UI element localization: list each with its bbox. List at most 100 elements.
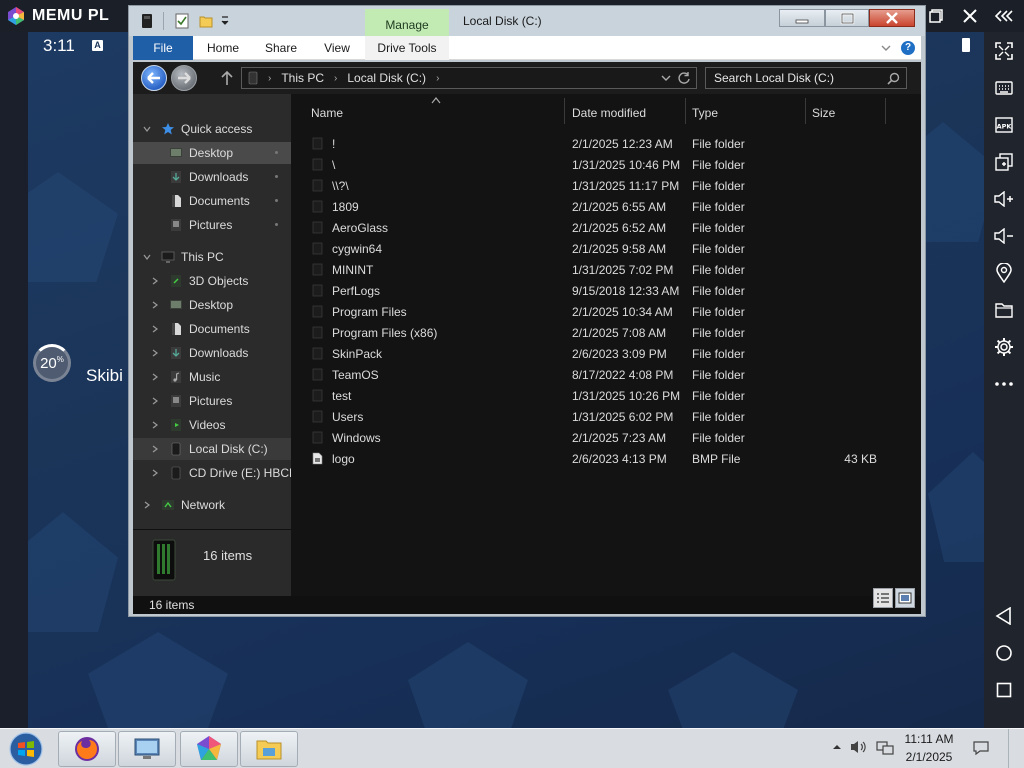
add-window-icon[interactable] <box>992 150 1016 174</box>
close-button[interactable] <box>869 9 915 27</box>
large-icons-view-button[interactable] <box>895 588 915 608</box>
search-box[interactable] <box>705 67 907 89</box>
action-center-icon[interactable] <box>972 740 990 756</box>
network-status-icon[interactable] <box>876 740 894 756</box>
taskbar-remote-desktop[interactable] <box>118 731 176 767</box>
nav-quick-documents[interactable]: Documents <box>133 190 291 212</box>
nav-pc-cd-drive[interactable]: CD Drive (E:) HBCD_ <box>133 462 291 484</box>
manage-tab[interactable]: Manage <box>365 9 449 36</box>
chevron-right-icon[interactable] <box>151 301 159 309</box>
volume-down-icon[interactable] <box>992 224 1016 248</box>
forward-button[interactable] <box>171 65 197 91</box>
chevron-down-icon[interactable] <box>143 253 151 261</box>
collapse-icon[interactable] <box>992 4 1016 28</box>
nav-network[interactable]: Network <box>133 494 291 516</box>
drive-icon[interactable] <box>141 12 153 30</box>
table-row[interactable]: \\?\ 1/31/2025 11:17 PM File folder <box>291 175 921 196</box>
nav-this-pc[interactable]: This PC <box>133 246 291 268</box>
table-row[interactable]: ! 2/1/2025 12:23 AM File folder <box>291 133 921 154</box>
nav-pc-music[interactable]: Music <box>133 366 291 388</box>
back-icon[interactable] <box>992 604 1016 628</box>
chevron-right-icon[interactable] <box>151 349 159 357</box>
table-row[interactable]: Windows 2/1/2025 7:23 AM File folder <box>291 427 921 448</box>
address-bar[interactable]: › This PC › Local Disk (C:) › <box>241 67 697 89</box>
table-row[interactable]: Users 1/31/2025 6:02 PM File folder <box>291 406 921 427</box>
tab-share[interactable]: Share <box>253 36 309 60</box>
customize-qat-icon[interactable] <box>221 12 229 30</box>
taskbar-firefox[interactable] <box>58 731 116 767</box>
taskbar-clock-time[interactable]: 11:11 AM <box>904 732 954 746</box>
table-row[interactable]: SkinPack 2/6/2023 3:09 PM File folder <box>291 343 921 364</box>
folder-icon[interactable] <box>992 298 1016 322</box>
tab-file[interactable]: File <box>133 36 193 60</box>
table-row[interactable]: Program Files (x86) 2/1/2025 7:08 AM File … <box>291 322 921 343</box>
table-row[interactable]: MININT 1/31/2025 7:02 PM File folder <box>291 259 921 280</box>
apk-icon[interactable]: APK <box>992 113 1016 137</box>
table-row[interactable]: logo 2/6/2023 4:13 PM BMP File 43 KB <box>291 448 921 469</box>
more-icon[interactable] <box>992 372 1016 396</box>
restore-icon[interactable] <box>924 4 948 28</box>
cleanup-ring-widget[interactable]: 20% <box>33 344 71 382</box>
tab-drive-tools[interactable]: Drive Tools <box>365 36 449 60</box>
nav-pc-3d-objects[interactable]: 3D Objects <box>133 270 291 292</box>
nav-pc-pictures[interactable]: Pictures <box>133 390 291 412</box>
chevron-right-icon[interactable] <box>151 397 159 405</box>
nav-quick-downloads[interactable]: Downloads <box>133 166 291 188</box>
help-icon[interactable]: ? <box>901 41 915 55</box>
chevron-right-icon[interactable] <box>143 501 151 509</box>
breadcrumb-local-disk[interactable]: Local Disk (C:) <box>347 71 426 85</box>
breadcrumb-this-pc[interactable]: This PC <box>281 71 324 85</box>
taskbar-file-explorer[interactable] <box>240 731 298 767</box>
nav-quick-pictures[interactable]: Pictures <box>133 214 291 236</box>
volume-up-icon[interactable] <box>992 187 1016 211</box>
volume-icon[interactable] <box>850 740 868 754</box>
new-folder-icon[interactable] <box>199 12 213 30</box>
column-header-name[interactable]: Name <box>311 106 343 120</box>
chevron-right-icon[interactable] <box>151 445 159 453</box>
search-input[interactable] <box>706 68 876 88</box>
keyboard-icon[interactable] <box>992 76 1016 100</box>
location-icon[interactable] <box>992 261 1016 285</box>
nav-pc-documents[interactable]: Documents <box>133 318 291 340</box>
chevron-right-icon[interactable] <box>151 325 159 333</box>
details-view-button[interactable] <box>873 588 893 608</box>
chevron-right-icon[interactable] <box>151 373 159 381</box>
column-header-size[interactable]: Size <box>812 106 835 120</box>
back-button[interactable] <box>141 65 167 91</box>
chevron-down-icon[interactable] <box>143 125 151 133</box>
table-row[interactable]: 1809 2/1/2025 6:55 AM File folder <box>291 196 921 217</box>
column-header-type[interactable]: Type <box>692 106 718 120</box>
minimize-button[interactable] <box>779 9 825 27</box>
table-row[interactable]: AeroGlass 2/1/2025 6:52 AM File folder <box>291 217 921 238</box>
nav-pc-desktop[interactable]: Desktop <box>133 294 291 316</box>
table-row[interactable]: cygwin64 2/1/2025 9:58 AM File folder <box>291 238 921 259</box>
show-desktop-button[interactable] <box>1008 729 1024 768</box>
table-row[interactable]: Program Files 2/1/2025 10:34 AM File folde… <box>291 301 921 322</box>
search-icon[interactable] <box>887 72 900 85</box>
chevron-right-icon[interactable] <box>151 277 159 285</box>
table-row[interactable]: test 1/31/2025 10:26 PM File folder <box>291 385 921 406</box>
nav-quick-access[interactable]: Quick access <box>133 118 291 140</box>
up-arrow-icon[interactable] <box>219 70 235 86</box>
tab-view[interactable]: View <box>309 36 365 60</box>
fullscreen-icon[interactable] <box>992 39 1016 63</box>
chevron-right-icon[interactable] <box>151 469 159 477</box>
chevron-right-icon[interactable] <box>151 421 159 429</box>
home-app-label[interactable]: Skibi <box>86 366 123 386</box>
home-icon[interactable] <box>992 641 1016 665</box>
nav-pc-downloads[interactable]: Downloads <box>133 342 291 364</box>
maximize-button[interactable] <box>825 9 869 27</box>
chevron-down-icon[interactable] <box>660 72 672 84</box>
nav-pc-videos[interactable]: Videos <box>133 414 291 436</box>
refresh-icon[interactable] <box>677 71 691 85</box>
settings-icon[interactable] <box>992 335 1016 359</box>
taskbar-app[interactable] <box>180 731 238 767</box>
column-header-date[interactable]: Date modified <box>572 106 646 120</box>
show-hidden-icons-icon[interactable] <box>832 742 842 752</box>
expand-ribbon-icon[interactable] <box>879 41 893 55</box>
properties-icon[interactable] <box>175 12 189 30</box>
tab-home[interactable]: Home <box>195 36 251 60</box>
nav-pc-local-disk[interactable]: Local Disk (C:) <box>133 438 291 460</box>
table-row[interactable]: TeamOS 8/17/2022 4:08 PM File folder <box>291 364 921 385</box>
recents-icon[interactable] <box>992 678 1016 702</box>
